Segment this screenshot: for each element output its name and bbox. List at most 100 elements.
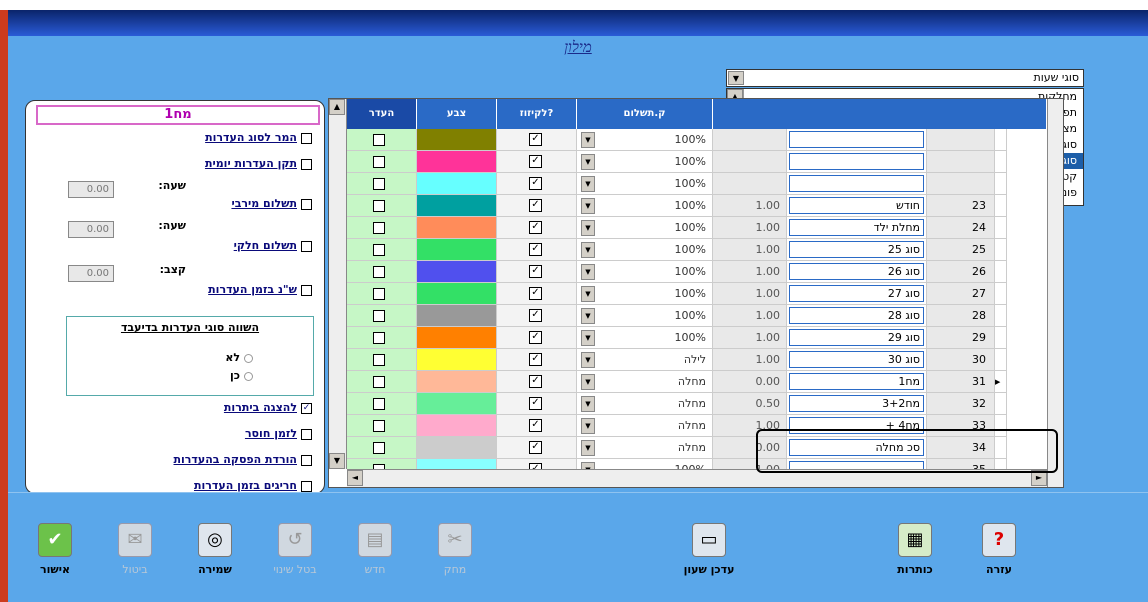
name-field[interactable] bbox=[789, 219, 924, 236]
checkbox[interactable] bbox=[301, 480, 312, 492]
overtime-rate-input[interactable]: 0.00 bbox=[68, 265, 114, 282]
table-row[interactable]: ✓ ▼ מחלה 0.50 מח3+2 32 bbox=[329, 393, 1065, 415]
name-cell[interactable] bbox=[787, 151, 927, 173]
pay-category-cell[interactable]: ▼100% bbox=[577, 129, 713, 151]
absent-cell[interactable] bbox=[347, 371, 417, 393]
checkbox[interactable] bbox=[373, 442, 385, 454]
pay-category-cell[interactable]: ▼100% bbox=[577, 195, 713, 217]
checked-checkbox[interactable]: ✓ bbox=[529, 221, 542, 234]
name-field[interactable] bbox=[789, 175, 924, 192]
checkbox[interactable] bbox=[301, 284, 312, 296]
checked-checkbox[interactable]: ✓ bbox=[529, 441, 542, 454]
name-cell[interactable]: מח3+2 bbox=[787, 393, 927, 415]
absent-cell[interactable] bbox=[347, 349, 417, 371]
name-field[interactable] bbox=[789, 373, 924, 390]
name-cell[interactable]: סוג 30 bbox=[787, 349, 927, 371]
color-swatch[interactable] bbox=[417, 305, 497, 327]
absent-cell[interactable] bbox=[347, 239, 417, 261]
color-swatch[interactable] bbox=[417, 393, 497, 415]
color-swatch[interactable] bbox=[417, 173, 497, 195]
rate-cell[interactable]: 0.00 bbox=[713, 371, 787, 393]
color-swatch[interactable] bbox=[417, 349, 497, 371]
pay-category-cell[interactable]: ▼100% bbox=[577, 283, 713, 305]
absent-cell[interactable] bbox=[347, 217, 417, 239]
checkbox[interactable] bbox=[373, 200, 385, 212]
absent-cell[interactable] bbox=[347, 283, 417, 305]
daily-absence-option[interactable]: תקן העדרות יומית bbox=[205, 157, 312, 170]
name-cell[interactable]: סוג 25 bbox=[787, 239, 927, 261]
absent-cell[interactable] bbox=[347, 393, 417, 415]
chevron-down-icon[interactable]: ▼ bbox=[581, 176, 595, 192]
color-swatch[interactable] bbox=[417, 415, 497, 437]
pay-category-cell[interactable]: ▼ מחלה bbox=[577, 437, 713, 459]
pay-category-cell[interactable]: ▼100% bbox=[577, 239, 713, 261]
checkbox[interactable] bbox=[373, 134, 385, 146]
table-row[interactable]: ✓ ▼ 100% bbox=[329, 173, 1065, 195]
table-row[interactable]: ✓ ▼ 100% 1.00 סוג 28 28 bbox=[329, 305, 1065, 327]
checkbox[interactable] bbox=[373, 420, 385, 432]
offset-cell[interactable]: ✓ bbox=[497, 283, 577, 305]
checkbox[interactable] bbox=[373, 222, 385, 234]
partial-pay-hours-input[interactable]: 0.00 bbox=[68, 221, 114, 238]
color-swatch[interactable] bbox=[417, 437, 497, 459]
checked-checkbox[interactable]: ✓ bbox=[529, 243, 542, 256]
name-cell[interactable]: מחלת ילד bbox=[787, 217, 927, 239]
scroll-up-icon[interactable]: ▲ bbox=[329, 99, 345, 115]
pay-category-cell[interactable]: ▼ לילה bbox=[577, 349, 713, 371]
checkbox[interactable] bbox=[301, 240, 312, 252]
rate-cell[interactable]: 1.00 bbox=[713, 283, 787, 305]
color-swatch[interactable] bbox=[417, 129, 497, 151]
chevron-down-icon[interactable]: ▼ bbox=[581, 154, 595, 170]
offset-cell[interactable]: ✓ bbox=[497, 195, 577, 217]
chevron-down-icon[interactable]: ▼ bbox=[581, 198, 595, 214]
checked-checkbox[interactable]: ✓ bbox=[529, 265, 542, 278]
name-field[interactable] bbox=[789, 131, 924, 148]
new-button[interactable]: ▤ חדש bbox=[340, 523, 410, 576]
checkbox[interactable] bbox=[301, 428, 312, 440]
display-in-balances-option[interactable]: ✓להצגה ביתרות bbox=[224, 401, 312, 414]
checked-checkbox[interactable]: ✓ bbox=[529, 133, 542, 146]
rate-cell[interactable] bbox=[713, 129, 787, 151]
checked-checkbox[interactable]: ✓ bbox=[529, 331, 542, 344]
chevron-down-icon[interactable]: ▼ bbox=[581, 440, 595, 456]
checked-checkbox[interactable]: ✓ bbox=[529, 397, 542, 410]
checkbox[interactable] bbox=[373, 156, 385, 168]
save-button[interactable]: ◎ שמירה bbox=[180, 523, 250, 576]
name-cell[interactable]: סוג 29 bbox=[787, 327, 927, 349]
chevron-down-icon[interactable]: ▼ bbox=[581, 264, 595, 280]
name-cell[interactable]: חודש bbox=[787, 195, 927, 217]
break-deduction-option[interactable]: הורדת הפסקה בהעדרות bbox=[174, 453, 312, 466]
checkbox[interactable] bbox=[373, 288, 385, 300]
color-swatch[interactable] bbox=[417, 217, 497, 239]
checked-checkbox[interactable]: ✓ bbox=[529, 309, 542, 322]
table-row[interactable]: ✓ ▼ 100% 1.00 סוג 26 26 bbox=[329, 261, 1065, 283]
radio-icon[interactable] bbox=[244, 371, 253, 381]
table-row[interactable]: ✓ ▼ לילה 1.00 סוג 30 30 bbox=[329, 349, 1065, 371]
checked-checkbox[interactable]: ✓ bbox=[301, 402, 312, 414]
absent-cell[interactable] bbox=[347, 129, 417, 151]
offset-cell[interactable]: ✓ bbox=[497, 371, 577, 393]
checkbox[interactable] bbox=[373, 332, 385, 344]
rate-cell[interactable] bbox=[713, 151, 787, 173]
table-row[interactable]: ✓ ▼ 100% bbox=[329, 129, 1065, 151]
scroll-left-icon[interactable]: ◄ bbox=[347, 470, 363, 486]
absent-cell[interactable] bbox=[347, 261, 417, 283]
dictionary-type-select[interactable]: ▼ סוגי שעות bbox=[726, 69, 1084, 87]
undo-changes-button[interactable]: ↺ בטל שינוי bbox=[260, 523, 330, 576]
checked-checkbox[interactable]: ✓ bbox=[529, 199, 542, 212]
pay-category-cell[interactable]: ▼ מחלה bbox=[577, 393, 713, 415]
table-row[interactable]: ✓ ▼ 100% 1.00 חודש 23 bbox=[329, 195, 1065, 217]
offset-cell[interactable]: ✓ bbox=[497, 217, 577, 239]
name-cell[interactable]: סוג 27 bbox=[787, 283, 927, 305]
rate-cell[interactable]: 0.50 bbox=[713, 393, 787, 415]
pay-category-cell[interactable]: ▼100% bbox=[577, 261, 713, 283]
partial-pay-option[interactable]: תשלום חלקי bbox=[234, 239, 312, 252]
absent-cell[interactable] bbox=[347, 437, 417, 459]
pay-category-cell[interactable]: ▼100% bbox=[577, 217, 713, 239]
checkbox[interactable] bbox=[373, 376, 385, 388]
name-cell[interactable]: סוג 26 bbox=[787, 261, 927, 283]
name-field[interactable] bbox=[789, 285, 924, 302]
name-field[interactable] bbox=[789, 307, 924, 324]
pay-category-cell[interactable]: ▼100% bbox=[577, 151, 713, 173]
convert-absence-type-option[interactable]: המר לסוג העדרות bbox=[205, 131, 312, 144]
